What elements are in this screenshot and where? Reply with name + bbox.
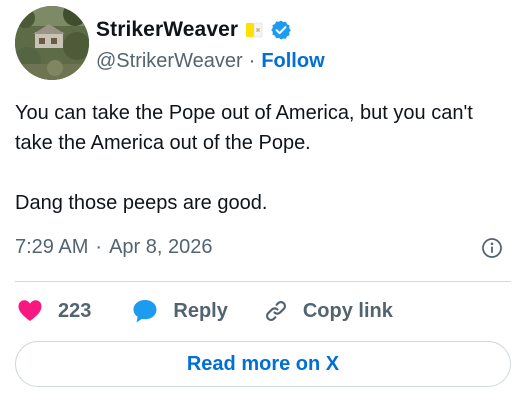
tweet-actions: 223 Reply Copy link [15, 294, 393, 328]
like-count: 223 [58, 299, 92, 322]
verified-badge-icon [270, 19, 292, 41]
copy-link-button[interactable]: Copy link [263, 298, 393, 324]
copy-link-label: Copy link [302, 299, 393, 322]
user-handle[interactable]: @StrikerWeaver [96, 50, 243, 73]
reply-label: Reply [173, 299, 228, 322]
display-name[interactable]: StrikerWeaver [96, 18, 238, 42]
tweet-date: Apr 8, 2026 [109, 235, 213, 258]
handle-row: @StrikerWeaver · Follow [96, 47, 325, 75]
tweet-timestamp[interactable]: 7:29 AM · Apr 8, 2026 [15, 232, 212, 262]
link-icon [265, 301, 286, 321]
heart-icon [18, 300, 42, 321]
like-button[interactable]: 223 [15, 298, 91, 324]
author-name-row: StrikerWeaver [96, 15, 292, 45]
timestamp-separator: · [95, 235, 103, 258]
avatar-image [15, 6, 89, 80]
tweet-paragraph-1: You can take the Pope out of America, bu… [15, 102, 473, 154]
reply-button[interactable]: Reply [131, 297, 228, 325]
tweet-text: You can take the Pope out of America, bu… [15, 98, 510, 218]
read-more-button[interactable]: Read more on X [15, 341, 511, 387]
divider [15, 281, 511, 282]
tweet-time: 7:29 AM [15, 235, 89, 258]
reply-bubble-icon [133, 300, 157, 323]
info-icon[interactable] [481, 237, 503, 259]
avatar[interactable] [15, 6, 89, 80]
handle-separator: · [248, 49, 256, 72]
tweet-paragraph-2: Dang those peeps are good. [15, 192, 268, 214]
vatican-flag-icon [244, 20, 264, 40]
read-more-label: Read more on X [186, 352, 340, 375]
follow-button[interactable]: Follow [261, 50, 324, 73]
